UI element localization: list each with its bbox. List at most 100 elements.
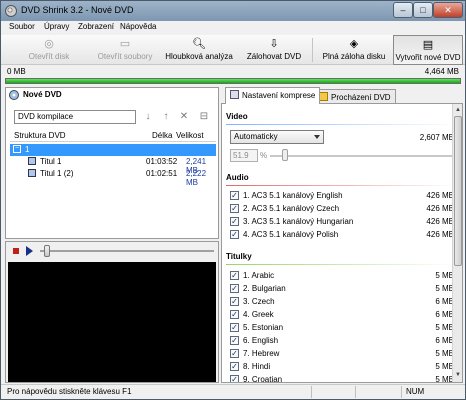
subtitle-checkbox[interactable]: ✓ — [230, 375, 239, 382]
column-length[interactable]: Délka — [152, 131, 172, 140]
audio-section-heading: Audio — [226, 173, 249, 182]
title-bar[interactable]: DVD Shrink 3.2 - Nové DVD – □ ✕ — [1, 1, 465, 21]
subtitle-name: 4. Greek — [243, 310, 274, 319]
column-size[interactable]: Velikost — [176, 131, 204, 140]
compression-mode-select[interactable]: Automaticky — [230, 130, 324, 144]
seek-slider-thumb[interactable] — [44, 245, 50, 257]
audio-track-checkbox[interactable]: ✓ — [230, 191, 239, 200]
split-icon[interactable]: ⊟ — [198, 110, 210, 124]
audio-track-checkbox[interactable]: ✓ — [230, 217, 239, 226]
compilation-name-field[interactable]: DVD kompilace — [14, 110, 136, 124]
panel-header: Nové DVD — [6, 88, 218, 104]
vertical-scrollbar[interactable]: ▲ ▼ — [452, 104, 462, 382]
tab-compression-settings[interactable]: Nastavení komprese — [225, 87, 321, 104]
audio-track-checkbox[interactable]: ✓ — [230, 204, 239, 213]
subtitle-row[interactable]: ✓ 4. Greek 6 MB — [228, 309, 458, 321]
tree-root-row[interactable]: − 1 — [10, 144, 216, 156]
title-icon — [28, 169, 36, 177]
subtitle-row[interactable]: ✓ 8. Hindi 5 MB — [228, 361, 458, 373]
title-row[interactable]: Titul 1 (2) 01:02:51 2,222 MB — [10, 168, 216, 187]
open-files-button[interactable]: ▭ Otevřít soubory — [93, 35, 157, 65]
settings-icon — [230, 90, 239, 99]
minimize-button[interactable]: – — [393, 2, 413, 18]
collapse-icon[interactable]: − — [13, 145, 21, 153]
subtitle-checkbox[interactable]: ✓ — [230, 297, 239, 306]
folder-icon: ▭ — [119, 38, 131, 50]
deep-analysis-button[interactable]: 🔍︎ Hloubková analýza — [163, 35, 235, 65]
settings-panel: Nastavení komprese Procházení DVD Video … — [221, 87, 463, 383]
column-structure[interactable]: Struktura DVD — [14, 131, 66, 140]
audio-track-row[interactable]: ✓ 4. AC3 5.1 kanálový Polish 426 MB — [228, 229, 458, 241]
capacity-total-label: 4,464 MB — [424, 67, 459, 76]
subtitles-section-rule — [226, 264, 458, 265]
dvd-shrink-app-icon[interactable] — [5, 5, 17, 17]
subtitle-row[interactable]: ✓ 5. Estonian 5 MB — [228, 322, 458, 334]
subtitle-checkbox[interactable]: ✓ — [230, 271, 239, 280]
title-name: Titul 1 — [40, 157, 62, 166]
tab-browse-label: Procházení DVD — [331, 93, 391, 102]
app-window: DVD Shrink 3.2 - Nové DVD – □ ✕ Soubor Ú… — [0, 0, 466, 400]
subtitle-row[interactable]: ✓ 7. Hebrew 5 MB — [228, 348, 458, 360]
scroll-up-icon[interactable]: ▲ — [454, 105, 462, 115]
title-name: Titul 1 (2) — [40, 169, 74, 178]
menu-edit[interactable]: Úpravy — [44, 22, 69, 31]
tab-browse-dvd[interactable]: Procházení DVD — [314, 89, 396, 104]
subtitle-checkbox[interactable]: ✓ — [230, 323, 239, 332]
subtitle-checkbox[interactable]: ✓ — [230, 310, 239, 319]
full-backup-label: Plná záloha disku — [322, 52, 386, 61]
audio-track-row[interactable]: ✓ 1. AC3 5.1 kanálový English 426 MB — [228, 190, 458, 202]
backup-dvd-button[interactable]: ⇩ Zálohovat DVD — [245, 35, 303, 65]
menu-bar: Soubor Úpravy Zobrazení Nápověda — [1, 21, 465, 35]
toolbar: ◎ Otevřít disk ▭ Otevřít soubory 🔍︎ Hlou… — [1, 35, 465, 65]
compression-slider-track[interactable] — [270, 155, 456, 157]
close-button[interactable]: ✕ — [433, 2, 463, 18]
title-row[interactable]: Titul 1 01:03:52 2,241 MB — [10, 156, 216, 175]
delete-icon[interactable]: ✕ — [178, 110, 190, 124]
subtitle-row[interactable]: ✓ 1. Arabic 5 MB — [228, 270, 458, 282]
menu-file[interactable]: Soubor — [9, 22, 35, 31]
toolbar-separator — [312, 38, 313, 62]
compression-settings-content: Video Automaticky 2,607 MB 51.9 % Audio … — [221, 103, 463, 383]
compression-mode-value: Automaticky — [234, 132, 278, 141]
scroll-down-icon[interactable]: ▼ — [454, 370, 462, 380]
subtitle-name: 5. Estonian — [243, 323, 284, 332]
seek-track[interactable] — [40, 250, 214, 252]
maximize-button[interactable]: □ — [413, 2, 433, 18]
subtitle-row[interactable]: ✓ 9. Croatian 5 MB — [228, 374, 458, 382]
subtitle-row[interactable]: ✓ 2. Bulgarian 5 MB — [228, 283, 458, 295]
arrow-up-icon[interactable]: ↑ — [160, 110, 172, 124]
title-size: 2,222 MB — [186, 169, 207, 187]
new-dvd-button[interactable]: ▤ Vytvořit nové DVD — [393, 35, 463, 65]
subtitle-row[interactable]: ✓ 3. Czech 6 MB — [228, 296, 458, 308]
compression-slider-thumb[interactable] — [282, 149, 288, 161]
play-icon[interactable] — [26, 246, 33, 256]
subtitle-row[interactable]: ✓ 6. English 6 MB — [228, 335, 458, 347]
subtitle-checkbox[interactable]: ✓ — [230, 336, 239, 345]
audio-track-checkbox[interactable]: ✓ — [230, 230, 239, 239]
player-controls — [6, 242, 218, 260]
subtitles-section-heading: Titulky — [226, 252, 252, 261]
preview-player — [5, 241, 219, 383]
chevron-down-icon — [314, 135, 320, 139]
audio-track-row[interactable]: ✓ 3. AC3 5.1 kanálový Hungarian 426 MB — [228, 216, 458, 228]
subtitle-name: 3. Czech — [243, 297, 275, 306]
audio-track-row[interactable]: ✓ 2. AC3 5.1 kanálový Czech 426 MB — [228, 203, 458, 215]
magnifier-icon: 🔍︎ — [192, 38, 206, 50]
scrollbar-thumb[interactable] — [454, 116, 462, 266]
subtitle-checkbox[interactable]: ✓ — [230, 362, 239, 371]
num-lock-indicator: NUM — [401, 386, 447, 398]
subtitle-checkbox[interactable]: ✓ — [230, 284, 239, 293]
title-icon — [28, 157, 36, 165]
arrow-down-icon[interactable]: ↓ — [142, 110, 154, 124]
tab-compression-label: Nastavení komprese — [242, 91, 316, 100]
film-icon: ▤ — [422, 39, 434, 51]
open-disc-button[interactable]: ◎ Otevřít disk — [23, 35, 75, 65]
menu-help[interactable]: Nápověda — [120, 22, 156, 31]
subtitle-name: 8. Hindi — [243, 362, 271, 371]
full-backup-button[interactable]: ◈ Plná záloha disku — [319, 35, 389, 65]
compression-percent-field[interactable]: 51.9 — [230, 149, 258, 162]
stop-icon[interactable] — [13, 248, 19, 254]
capacity-meter: 0 MB 4,464 MB — [5, 67, 461, 85]
menu-view[interactable]: Zobrazení — [78, 22, 114, 31]
subtitle-checkbox[interactable]: ✓ — [230, 349, 239, 358]
